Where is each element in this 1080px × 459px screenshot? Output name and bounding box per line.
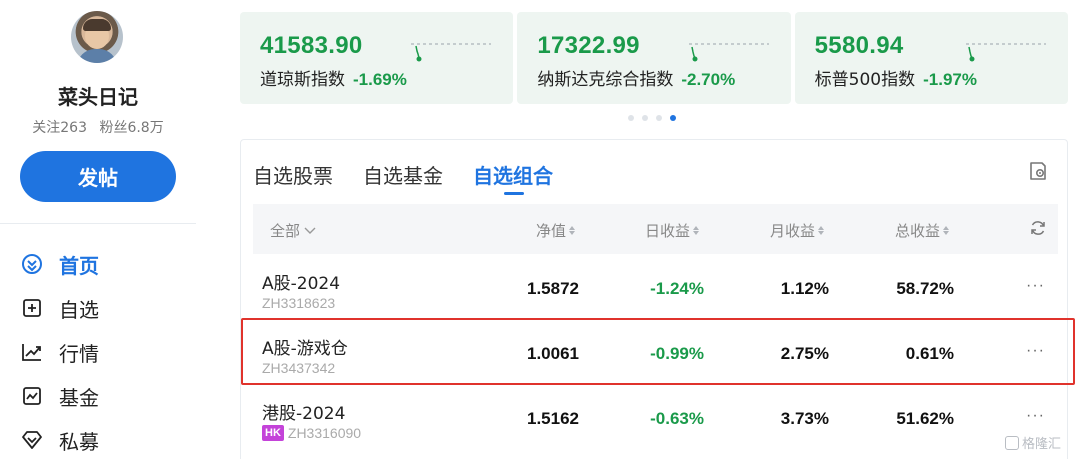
- following-count[interactable]: 关注263: [32, 120, 87, 136]
- index-card-dow[interactable]: 41583.90 道琼斯指数 -1.69%: [240, 12, 514, 104]
- home-icon: [20, 252, 44, 276]
- refresh-icon[interactable]: [1029, 219, 1047, 237]
- avatar[interactable]: [71, 11, 123, 63]
- nav-label: 基金: [59, 385, 99, 410]
- nav-value: 1.0061: [527, 344, 579, 363]
- add-box-icon: [20, 296, 44, 320]
- tab-funds[interactable]: 自选基金: [363, 160, 443, 189]
- nav-value: 1.5872: [527, 279, 579, 298]
- watchlist-tabs: 自选股票 自选基金 自选组合: [253, 160, 553, 195]
- post-button[interactable]: 发帖: [20, 151, 176, 202]
- more-options-icon[interactable]: ···: [1026, 342, 1045, 360]
- column-monthly-sort[interactable]: 月收益: [770, 220, 825, 241]
- nav-value: 1.5162: [527, 409, 579, 428]
- watermark-logo-icon: [1005, 435, 1019, 450]
- nav-item-private-fund[interactable]: 私募: [20, 418, 99, 459]
- settings-icon[interactable]: [1027, 160, 1049, 182]
- daily-return: -0.63%: [650, 409, 704, 428]
- sidebar: 菜头日记 关注263 粉丝6.8万 发帖 首页 自选 行情 基金 私募: [0, 0, 196, 459]
- nav-item-fund[interactable]: 基金: [20, 374, 99, 418]
- index-card-sp500[interactable]: 5580.94 标普500指数 -1.97%: [794, 12, 1068, 104]
- diamond-icon: [20, 428, 44, 452]
- daily-return: -0.99%: [650, 344, 704, 363]
- watchlist-panel: 自选股票 自选基金 自选组合 全部 净值 日收益 月收益 总收益 A股-2024…: [240, 139, 1068, 459]
- more-options-icon[interactable]: ···: [1026, 407, 1045, 425]
- index-name: 标普500指数: [814, 70, 916, 90]
- portfolio-code: ZH3318623: [262, 295, 336, 311]
- nav-item-watchlist[interactable]: 自选: [20, 286, 99, 330]
- watermark: 格隆汇: [1005, 433, 1061, 452]
- fund-chart-icon: [20, 384, 44, 408]
- tab-stocks[interactable]: 自选股票: [253, 160, 333, 189]
- more-options-icon[interactable]: ···: [1026, 277, 1045, 295]
- portfolio-name: 港股-2024: [262, 404, 346, 424]
- nav-label: 自选: [59, 297, 99, 322]
- tab-portfolios[interactable]: 自选组合: [473, 160, 553, 195]
- total-return: 51.62%: [896, 409, 954, 428]
- filter-all-dropdown[interactable]: 全部: [270, 220, 316, 241]
- column-monthly: 月收益: [770, 222, 816, 240]
- nav-label: 行情: [59, 341, 99, 366]
- table-row[interactable]: 港股-2024 HK ZH3316090 1.5162 -0.63% 3.73%…: [241, 387, 1067, 451]
- daily-return: -1.24%: [650, 279, 704, 298]
- monthly-return: 2.75%: [780, 344, 829, 363]
- index-name: 道琼斯指数: [260, 70, 345, 90]
- column-nav-sort[interactable]: 净值: [536, 220, 576, 241]
- username[interactable]: 菜头日记: [0, 81, 196, 110]
- sort-icon: [569, 226, 576, 235]
- table-header: 全部 净值 日收益 月收益 总收益: [253, 204, 1058, 254]
- index-change: -2.70%: [681, 70, 736, 89]
- table-row[interactable]: A股-游戏仓 ZH3437342 1.0061 -0.99% 2.75% 0.6…: [241, 322, 1067, 386]
- carousel-dot[interactable]: [642, 115, 648, 121]
- index-cards: 41583.90 道琼斯指数 -1.69% 17322.99 纳斯达克综合指数 -2…: [240, 12, 1068, 104]
- carousel-dot[interactable]: [628, 115, 634, 121]
- follow-stats: 关注263 粉丝6.8万: [0, 117, 196, 137]
- nav-label: 私募: [59, 429, 99, 454]
- main-nav: 首页 自选 行情 基金 私募: [20, 242, 99, 459]
- table-row[interactable]: A股-2024 ZH3318623 1.5872 -1.24% 1.12% 58…: [241, 257, 1067, 321]
- nav-label: 首页: [59, 253, 99, 278]
- carousel-dots: [628, 115, 676, 121]
- monthly-return: 1.12%: [780, 279, 829, 298]
- nav-item-home[interactable]: 首页: [20, 242, 99, 286]
- portfolio-name: A股-2024: [262, 274, 341, 294]
- column-all: 全部: [270, 222, 301, 240]
- followers-count[interactable]: 粉丝6.8万: [99, 120, 163, 136]
- portfolio-code: ZH3437342: [262, 360, 336, 376]
- column-total-sort[interactable]: 总收益: [895, 220, 950, 241]
- portfolio-name: A股-游戏仓: [262, 339, 348, 359]
- mini-trend-icon: [688, 43, 769, 62]
- index-change: -1.69%: [353, 70, 407, 89]
- mini-trend-icon: [965, 43, 1046, 62]
- column-total: 总收益: [895, 222, 941, 240]
- column-daily: 日收益: [645, 222, 691, 240]
- monthly-return: 3.73%: [780, 409, 829, 428]
- sort-icon: [693, 226, 700, 235]
- portfolio-code: HK ZH3316090: [262, 425, 361, 441]
- sort-icon: [943, 226, 950, 235]
- trend-chart-icon: [20, 340, 44, 364]
- nav-item-market[interactable]: 行情: [20, 330, 99, 374]
- divider: [0, 223, 196, 224]
- carousel-dot[interactable]: [656, 115, 662, 121]
- index-name: 纳斯达克综合指数: [537, 70, 674, 90]
- index-card-nasdaq[interactable]: 17322.99 纳斯达克综合指数 -2.70%: [517, 12, 791, 104]
- hk-badge: HK: [262, 425, 284, 441]
- carousel-dot-active[interactable]: [670, 115, 676, 121]
- column-nav: 净值: [536, 222, 567, 240]
- chevron-down-icon: [304, 227, 316, 234]
- mini-trend-icon: [411, 43, 492, 62]
- index-change: -1.97%: [923, 70, 977, 89]
- total-return: 0.61%: [905, 344, 954, 363]
- total-return: 58.72%: [896, 279, 954, 298]
- sort-icon: [818, 226, 825, 235]
- column-daily-sort[interactable]: 日收益: [645, 220, 700, 241]
